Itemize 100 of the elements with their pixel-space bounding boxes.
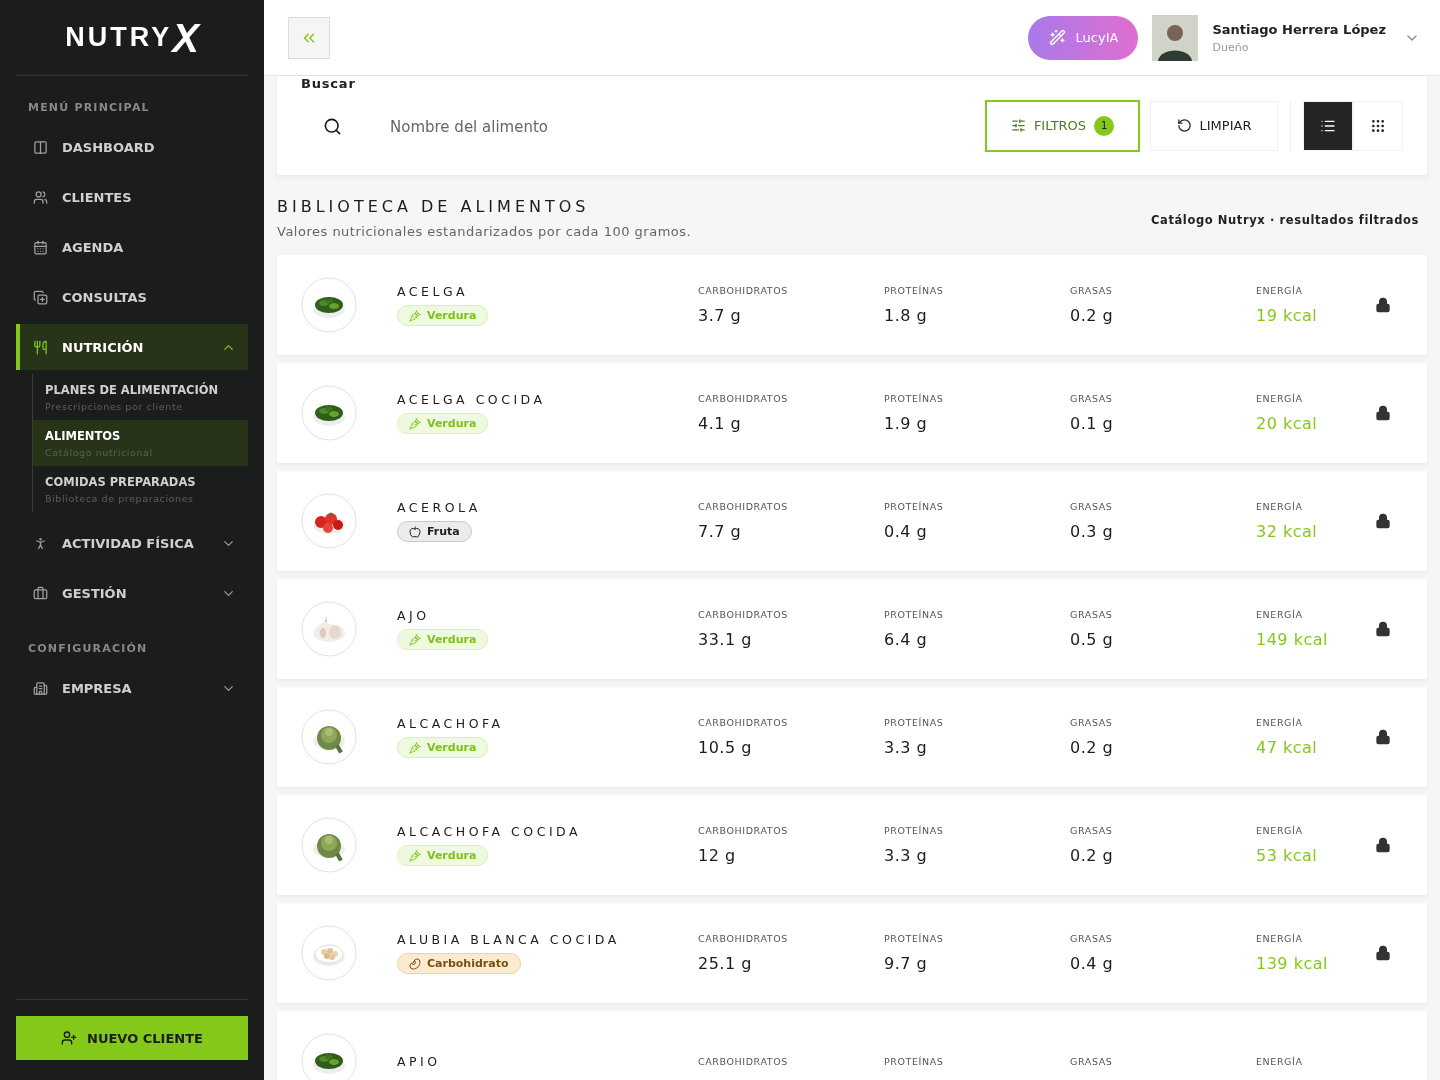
stat-value: 1.8 g [884,306,929,325]
stat-value: 53 kcal [1256,846,1319,865]
filter-count: 1 [1094,115,1115,136]
food-name: ALUBIA BLANCA COCIDA [397,932,620,947]
food-card[interactable]: ACEROLA Fruta CARBOHIDRATOS 7.7 g PROTEÍNAS 0.4 g GRASAS 0.3 g ENERGÍA 32 kcal [277,471,1427,571]
stat-value: 0.4 g [884,522,929,541]
sidebar-item[interactable]: GESTIÓN [16,570,248,616]
logo: NUTRYX [16,0,248,76]
stat-value: 4.1 g [698,414,743,433]
food-card[interactable]: ALUBIA BLANCA COCIDA Carbohidrato CARBOHIDRATOS 25.1 g PROTEÍNAS 9.7 g GRASAS 0.4 g ENERGÍA 139 kcal [277,903,1427,1003]
new-client-button[interactable]: NUEVO CLIENTE [16,1016,248,1060]
stat-label: PROTEÍNAS [884,609,945,620]
sidebar-item[interactable]: DASHBOARD [16,124,248,170]
food-card[interactable]: AJO Verdura CARBOHIDRATOS 33.1 g PROTEÍNAS 6.4 g GRASAS 0.5 g ENERGÍA 149 kcal [277,579,1427,679]
stat-label: ENERGÍA [1256,285,1304,296]
stat-label: PROTEÍNAS [884,717,945,728]
utensils-icon [33,339,48,355]
stat-label: PROTEÍNAS [884,825,945,836]
bean-icon [409,957,421,970]
stat-label: CARBOHIDRATOS [698,717,789,728]
food-name: ALCACHOFA COCIDA [397,824,582,839]
submenu-subtitle: Biblioteca de preparaciones [45,493,195,504]
page-subtitle: Valores nutricionales estandarizados por cada 100 gramos. [277,224,692,239]
stat-label: CARBOHIDRATOS [698,933,789,944]
stat-label: GRASAS [1070,285,1114,296]
category-tag: Verdura [397,737,489,758]
submenu-item[interactable]: PLANES DE ALIMENTACIÓN Prescripciones por cliente [33,374,248,420]
user-name: Santiago Herrera López [1212,21,1386,37]
calendar-icon [33,239,48,255]
category-tag: Verdura [397,629,489,650]
sidebar-item[interactable]: CLIENTES [16,174,248,220]
sidebar-item[interactable]: EMPRESA [16,665,248,711]
stat-value: 0.2 g [1070,306,1115,325]
stat-label: PROTEÍNAS [884,393,945,404]
sliders-icon [1010,118,1026,133]
stat-value: 3.3 g [884,846,929,865]
stat-value: 33.1 g [698,630,753,649]
sidebar-item[interactable]: ACTIVIDAD FÍSICA [16,520,248,566]
stat-label: GRASAS [1070,825,1114,836]
food-name: ACELGA COCIDA [397,392,546,407]
section-title: CONFIGURACIÓN [27,641,149,657]
stat-label: ENERGÍA [1256,1055,1304,1067]
category-tag: Carbohidrato [397,953,521,974]
stat-label: CARBOHIDRATOS [698,1055,789,1067]
sidebar-item[interactable]: CONSULTAS [16,274,248,320]
submenu-item[interactable]: COMIDAS PREPARADAS Biblioteca de preparaciones [33,466,248,512]
stat-label: ENERGÍA [1256,609,1304,620]
building-icon [33,680,48,696]
submenu-item[interactable]: ALIMENTOS Catálogo nutricional [33,420,248,466]
food-card[interactable]: APIO CARBOHIDRATOS PROTEÍNAS GRASAS ENERGÍA [277,1011,1427,1080]
carrot-icon [409,309,421,322]
stat-label: CARBOHIDRATOS [698,501,789,512]
filters-button[interactable]: FILTROS 1 [985,99,1140,152]
apple-icon [409,525,421,538]
stat-label: ENERGÍA [1256,717,1304,728]
section-title: MENÚ PRINCIPAL [27,100,151,116]
stat-value: 6.4 g [884,630,929,649]
submenu-subtitle: Catálogo nutricional [45,447,154,458]
stat-label: PROTEÍNAS [884,285,945,296]
stat-label: GRASAS [1070,1055,1114,1067]
stat-label: GRASAS [1070,717,1114,728]
users-icon [33,189,48,205]
stat-label: GRASAS [1070,609,1114,620]
stat-label: GRASAS [1070,393,1114,404]
category-tag: Verdura [397,413,489,434]
category-tag: Verdura [397,845,489,866]
stat-value: 12 g [698,846,737,865]
stat-value: 20 kcal [1256,414,1319,433]
reset-icon [1176,118,1192,133]
stat-value: 0.4 g [1070,954,1115,973]
copy-plus-icon [33,289,48,305]
stat-label: CARBOHIDRATOS [698,825,789,836]
dashboard-icon [33,139,48,155]
stat-value: 10.5 g [698,738,753,757]
food-card[interactable]: ACELGA COCIDA Verdura CARBOHIDRATOS 4.1 g PROTEÍNAS 1.9 g GRASAS 0.1 g ENERGÍA 20 kcal [277,363,1427,463]
food-card[interactable]: ALCACHOFA COCIDA Verdura CARBOHIDRATOS 12 g PROTEÍNAS 3.3 g GRASAS 0.2 g ENERGÍA 53 kcal [277,795,1427,895]
grid-icon [1370,117,1386,134]
sidebar-item[interactable]: AGENDA [16,224,248,270]
food-name: ALCACHOFA [397,716,504,731]
stat-value: 25.1 g [698,954,753,973]
food-name: APIO [397,1053,441,1069]
stat-label: PROTEÍNAS [884,933,945,944]
stat-value: 0.3 g [1070,522,1115,541]
search-icon [323,117,342,136]
catalog-note: Catálogo Nutryx · resultados filtrados [1151,213,1419,227]
food-name: AJO [397,608,430,623]
stat-label: GRASAS [1070,501,1114,512]
sidebar-item[interactable]: NUTRICIÓN [16,324,248,370]
list-view-button[interactable] [1303,100,1353,151]
food-card[interactable]: ACELGA Verdura CARBOHIDRATOS 3.7 g PROTEÍNAS 1.8 g GRASAS 0.2 g ENERGÍA 19 kcal [277,255,1427,355]
clear-button[interactable]: LIMPIAR [1150,100,1278,151]
stat-value: 0.5 g [1070,630,1115,649]
magic-wand-icon [1048,29,1066,46]
stat-value: 1.9 g [884,414,929,433]
food-card[interactable]: ALCACHOFA Verdura CARBOHIDRATOS 10.5 g PROTEÍNAS 3.3 g GRASAS 0.2 g ENERGÍA 47 kcal [277,687,1427,787]
stat-value: 19 kcal [1256,306,1319,325]
avatar [1152,14,1199,61]
user-plus-icon [61,1030,78,1046]
category-tag: Verdura [397,305,489,326]
stat-label: ENERGÍA [1256,825,1304,836]
